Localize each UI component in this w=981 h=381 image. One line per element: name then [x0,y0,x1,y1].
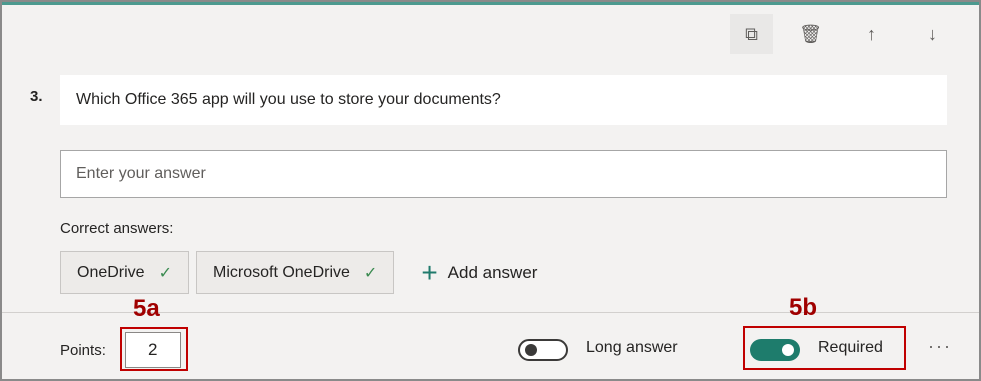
move-down-icon[interactable]: ↓ [909,14,956,54]
check-icon: ✓ [363,264,378,282]
question-number: 3. [30,88,43,105]
correct-answer-chip[interactable]: Microsoft OneDrive ✓ [195,251,395,294]
callout-label-5a: 5a [133,295,160,322]
top-accent-bar [2,2,979,5]
move-up-icon[interactable]: ↑ [848,14,895,54]
callout-box-5a [120,327,188,371]
add-answer-label: Add answer [447,262,538,282]
correct-answers-list: OneDrive ✓ Microsoft OneDrive ✓ + Add an… [60,251,537,294]
long-answer-label: Long answer [586,339,678,356]
delete-icon[interactable]: 🗑 [787,14,834,54]
copy-icon[interactable]: ⧉ [730,14,774,54]
long-answer-toggle[interactable] [518,339,568,361]
question-title-field[interactable]: Which Office 365 app will you use to sto… [60,75,947,125]
plus-icon: + [421,256,438,288]
question-card: ⧉ 🗑 ↑ ↓ 3. Which Office 365 app will you… [0,0,981,381]
correct-answer-chip[interactable]: OneDrive ✓ [60,251,189,294]
correct-answer-text: OneDrive [77,263,145,281]
callout-label-5b: 5b [789,294,818,321]
question-toolbar: ⧉ 🗑 ↑ ↓ [730,14,970,54]
add-answer-button[interactable]: + Add answer [421,256,538,288]
correct-answer-text: Microsoft OneDrive [212,263,350,281]
check-icon: ✓ [158,264,172,282]
callout-box-5b [743,326,906,370]
more-options-icon[interactable]: ··· [928,336,952,357]
answer-input[interactable]: Enter your answer [60,150,947,198]
points-label: Points: [60,342,106,359]
toggle-knob [525,344,537,356]
correct-answers-label: Correct answers: [60,220,174,237]
